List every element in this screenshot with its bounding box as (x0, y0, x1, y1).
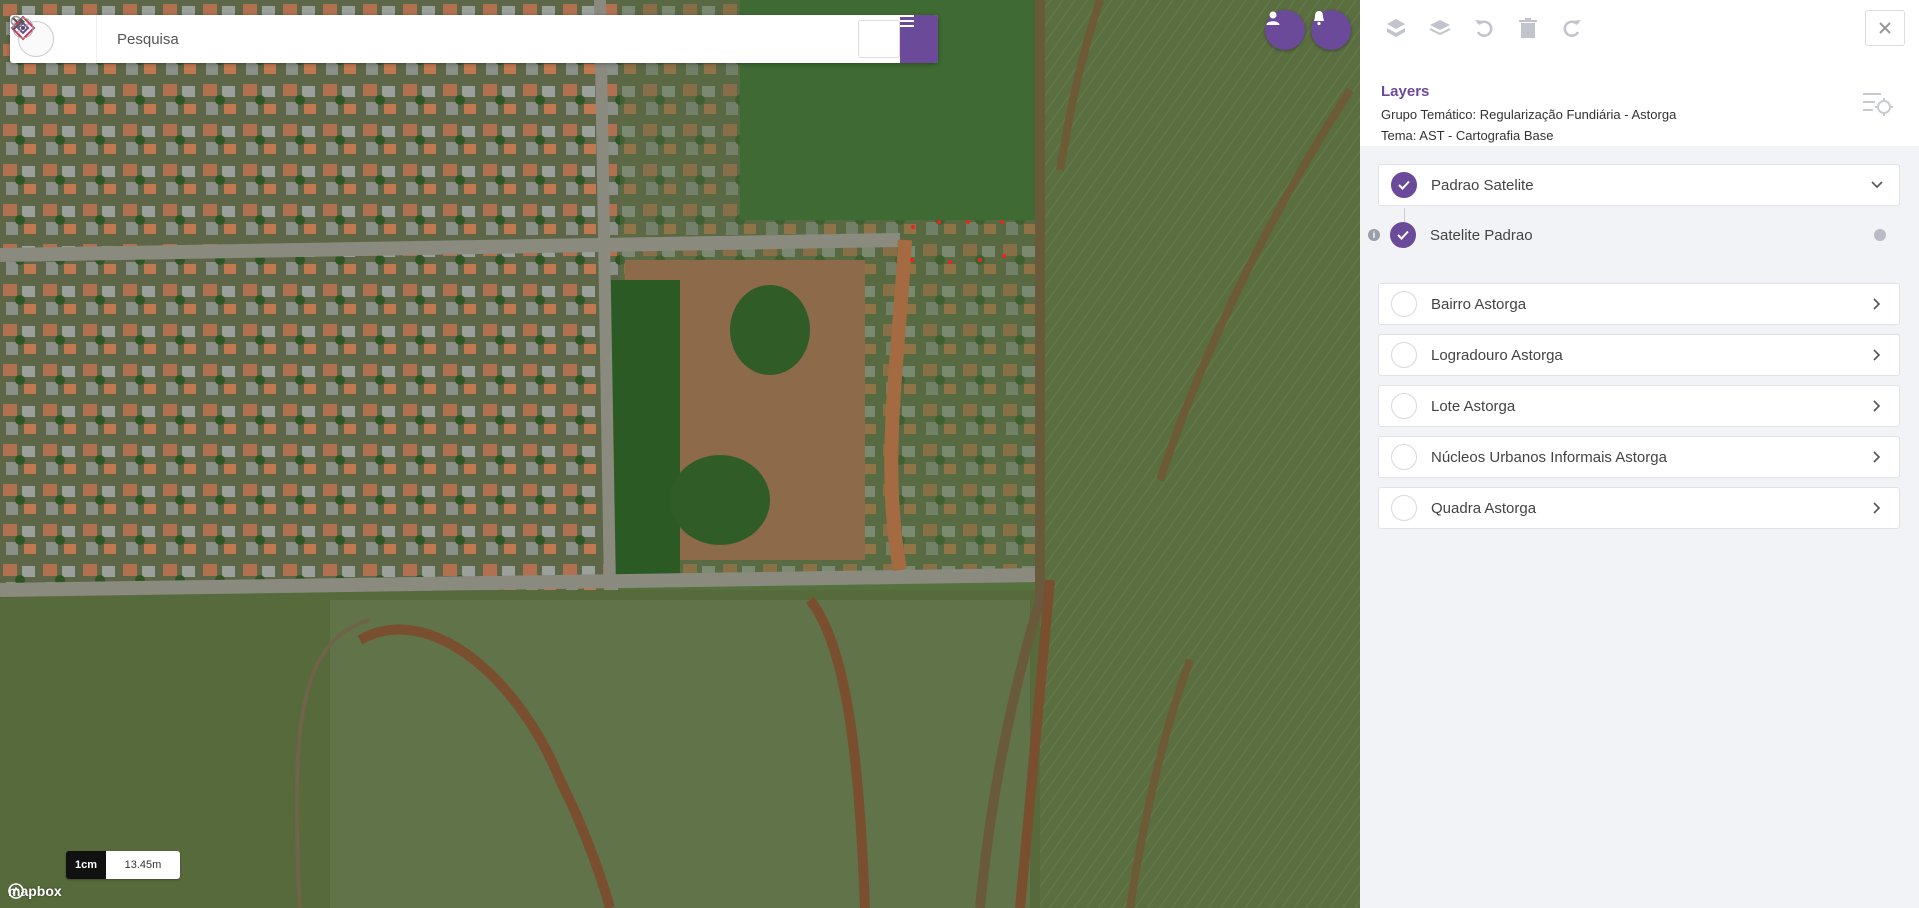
layer-item-lote-astorga[interactable]: Lote Astorga (1378, 385, 1900, 427)
scale-value: 13.45m (106, 851, 180, 879)
layer-toggle[interactable] (1391, 291, 1417, 317)
satellite-map[interactable]: 1cm 13.45m mapbox (0, 0, 1360, 908)
info-icon[interactable]: i (1368, 229, 1380, 241)
tools-icon (12, 17, 25, 31)
search-input[interactable] (117, 30, 858, 48)
chevron-right-icon[interactable] (1871, 349, 1883, 361)
sublayer-toggle[interactable] (1390, 222, 1416, 248)
chevron-right-icon[interactable] (1871, 400, 1883, 412)
layer-label: Bairro Astorga (1431, 295, 1527, 313)
check-icon (1398, 180, 1410, 190)
layer-settings-button[interactable] (1861, 88, 1893, 123)
mapbox-logo-icon (8, 883, 24, 899)
layer-toggle[interactable] (1391, 444, 1417, 470)
chevron-right-icon[interactable] (1871, 298, 1883, 310)
notifications-button[interactable] (1311, 10, 1351, 50)
theme-label: Tema: AST - Cartografia Base (1381, 128, 1554, 143)
add-layer-button[interactable] (1384, 16, 1408, 40)
layer-label: Logradouro Astorga (1431, 346, 1563, 364)
layers-icon (1429, 20, 1451, 36)
mapbox-attribution[interactable]: mapbox (8, 883, 62, 899)
user-button[interactable] (1265, 10, 1305, 50)
panel-subtitle: Grupo Temático: Regularização Fundiária … (1381, 104, 1676, 146)
sublayer-settings-icon[interactable] (1874, 229, 1886, 241)
scale-unit: 1cm (66, 851, 106, 879)
undo-icon (1475, 20, 1493, 37)
close-panel-button[interactable] (1865, 10, 1905, 46)
layer-toggle[interactable] (1391, 495, 1417, 521)
layers-button[interactable] (1428, 16, 1452, 40)
layers-panel: Layers Grupo Temático: Regularização Fun… (1360, 0, 1919, 908)
chevron-right-icon[interactable] (1871, 451, 1883, 463)
layer-item-quadra-astorga[interactable]: Quadra Astorga (1378, 487, 1900, 529)
check-icon (1397, 230, 1409, 240)
map-imagery (0, 0, 1360, 908)
sublayer-item-satelite-padrao[interactable]: i Satelite Padrao (1368, 214, 1900, 256)
trash-icon (1519, 18, 1537, 38)
close-icon (1879, 22, 1891, 34)
redo-icon (1563, 20, 1581, 37)
search-bar (10, 15, 938, 63)
menu-icon (900, 15, 914, 27)
panel-header: Layers Grupo Temático: Regularização Fun… (1360, 0, 1919, 146)
layer-label: Lote Astorga (1431, 397, 1516, 415)
layer-toggle[interactable] (1391, 393, 1417, 419)
layer-item-padrao-satelite[interactable]: Padrao Satelite (1378, 164, 1900, 206)
layer-item-nucleos-urbanos-informais-astorga[interactable]: Núcleos Urbanos Informais Astorga (1378, 436, 1900, 478)
chevron-right-icon[interactable] (1871, 502, 1883, 514)
layer-settings-icon (1863, 93, 1893, 116)
user-icon (1266, 11, 1280, 25)
map-scale: 1cm 13.45m (66, 851, 180, 879)
layers-add-icon (1387, 19, 1405, 37)
delete-button[interactable] (1516, 16, 1540, 40)
panel-title: Layers (1381, 83, 1430, 100)
layer-toggle[interactable] (1391, 342, 1417, 368)
layer-label: Quadra Astorga (1431, 499, 1537, 517)
panel-toolbar (1384, 16, 1584, 40)
tools-button[interactable] (12, 17, 900, 58)
chevron-down-icon[interactable] (1871, 179, 1883, 191)
redo-button[interactable] (1560, 16, 1584, 40)
undo-button[interactable] (1472, 16, 1496, 40)
layer-item-logradouro-astorga[interactable]: Logradouro Astorga (1378, 334, 1900, 376)
sublayer-label: Satelite Padrao (1430, 226, 1533, 244)
search-field (10, 15, 858, 63)
layer-label: Padrao Satelite (1431, 176, 1534, 194)
bell-icon (1314, 11, 1324, 26)
layer-label: Núcleos Urbanos Informais Astorga (1431, 448, 1667, 466)
layer-toggle[interactable] (1391, 172, 1417, 198)
menu-button[interactable] (900, 15, 938, 63)
thematic-group-label: Grupo Temático: Regularização Fundiária … (1381, 107, 1677, 122)
layer-item-bairro-astorga[interactable]: Bairro Astorga (1378, 283, 1900, 325)
